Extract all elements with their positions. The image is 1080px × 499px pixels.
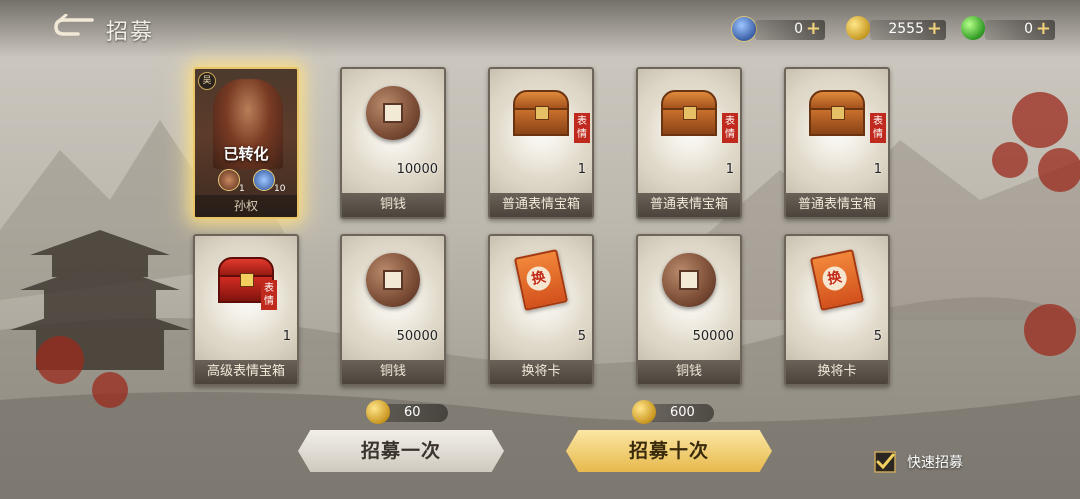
swap-general-card-icon: 换 <box>513 249 569 311</box>
recruit-ten-button[interactable]: 招募十次 <box>566 430 772 472</box>
reward-card[interactable]: 50000 铜钱 <box>340 234 446 386</box>
cost-once: 60 <box>366 400 448 424</box>
resource-gold: 2555 + <box>870 18 946 40</box>
reward-card[interactable]: 表情 1 高级表情宝箱 <box>193 234 299 386</box>
emoji-tag: 表情 <box>261 280 277 310</box>
gold-coin-icon <box>366 400 390 424</box>
green-gem-icon <box>961 16 985 40</box>
reward-card[interactable]: 换 5 换将卡 <box>488 234 594 386</box>
reward-name: 铜钱 <box>342 193 444 217</box>
swap-general-card-icon: 换 <box>809 249 865 311</box>
resource-jade: 0 + <box>755 18 825 40</box>
resource-gem-value: 0 <box>1024 21 1033 37</box>
page-title: 招募 <box>106 20 155 45</box>
resource-jade-value: 0 <box>794 21 803 37</box>
hero-name: 孙权 <box>195 195 297 217</box>
copper-coin-icon <box>366 253 420 307</box>
hero-card-sunquan[interactable]: 吴 已转化 1 10 孙权 <box>193 67 299 219</box>
reward-qty: 1 <box>577 162 586 177</box>
cost-ten-value: 600 <box>670 405 695 420</box>
converted-status: 已转化 <box>223 145 269 163</box>
cost-ten: 600 <box>632 400 714 424</box>
resource-gold-value: 2555 <box>888 21 924 37</box>
treasure-chest-icon <box>807 90 867 136</box>
copper-coin-icon <box>662 253 716 307</box>
hero-shard-count: 1 <box>239 184 245 194</box>
cost-once-value: 60 <box>404 405 421 420</box>
faction-badge: 吴 <box>198 72 216 90</box>
reward-name: 换将卡 <box>490 360 592 384</box>
blue-token-icon <box>253 169 275 191</box>
add-jade-button[interactable]: + <box>806 18 821 39</box>
reward-qty: 1 <box>282 329 291 344</box>
reward-card[interactable]: 表情 1 普通表情宝箱 <box>784 67 890 219</box>
reward-qty: 10000 <box>396 162 438 177</box>
reward-qty: 1 <box>725 162 734 177</box>
quick-recruit-label: 快速招募 <box>907 455 963 471</box>
add-gold-button[interactable]: + <box>927 18 942 39</box>
reward-card[interactable]: 换 5 换将卡 <box>784 234 890 386</box>
reward-name: 普通表情宝箱 <box>786 193 888 217</box>
treasure-chest-icon <box>659 90 719 136</box>
emoji-tag: 表情 <box>722 113 738 143</box>
copper-coin-icon <box>366 86 420 140</box>
reward-qty: 50000 <box>692 329 734 344</box>
reward-card[interactable]: 表情 1 普通表情宝箱 <box>636 67 742 219</box>
gold-coin-icon <box>846 16 870 40</box>
emoji-tag: 表情 <box>870 113 886 143</box>
reward-name: 铜钱 <box>638 360 740 384</box>
reward-name: 铜钱 <box>342 360 444 384</box>
reward-qty: 50000 <box>396 329 438 344</box>
blue-token-count: 10 <box>274 184 286 194</box>
reward-card[interactable]: 50000 铜钱 <box>636 234 742 386</box>
reward-name: 换将卡 <box>786 360 888 384</box>
reward-card[interactable]: 表情 1 普通表情宝箱 <box>488 67 594 219</box>
checkmark-icon[interactable] <box>874 451 896 473</box>
add-gem-button[interactable]: + <box>1036 18 1051 39</box>
reward-qty: 1 <box>873 162 882 177</box>
reward-qty: 5 <box>873 329 882 344</box>
emoji-tag: 表情 <box>574 113 590 143</box>
back-arrow-icon[interactable] <box>52 14 96 40</box>
reward-card[interactable]: 10000 铜钱 <box>340 67 446 219</box>
jade-token-icon <box>731 16 757 42</box>
gold-coin-icon <box>632 400 656 424</box>
hero-shard-icon <box>218 169 240 191</box>
treasure-chest-icon <box>511 90 571 136</box>
reward-name: 高级表情宝箱 <box>195 360 297 384</box>
reward-name: 普通表情宝箱 <box>490 193 592 217</box>
reward-qty: 5 <box>577 329 586 344</box>
recruit-once-button[interactable]: 招募一次 <box>298 430 504 472</box>
reward-name: 普通表情宝箱 <box>638 193 740 217</box>
resource-gem: 0 + <box>985 18 1055 40</box>
